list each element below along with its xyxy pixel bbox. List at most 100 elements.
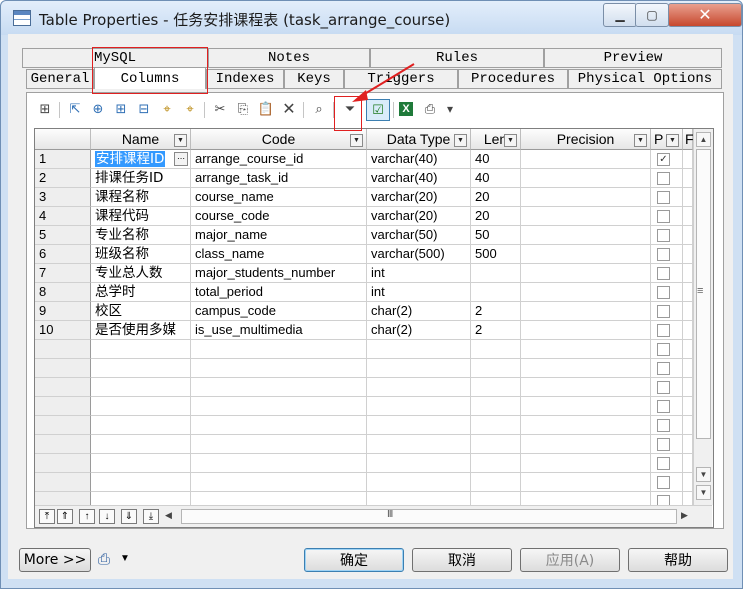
print-icon[interactable]: ⎙	[421, 100, 439, 118]
cancel-button[interactable]: 取消	[412, 548, 512, 572]
chevron-down-icon[interactable]: ▼	[634, 134, 647, 147]
primary-key-checkbox[interactable]	[657, 476, 670, 489]
cell-len[interactable]	[471, 397, 521, 416]
cell-code[interactable]	[191, 416, 367, 435]
cell-type[interactable]: varchar(40)	[367, 150, 471, 169]
cell-type[interactable]	[367, 454, 471, 473]
title-bar[interactable]: Table Properties - 任务安排课程表 (task_arrange…	[1, 1, 742, 35]
scroll-down-small-icon[interactable]: ▼	[696, 467, 711, 482]
print-dropdown-icon[interactable]: ▾	[441, 100, 459, 118]
primary-key-checkbox[interactable]	[657, 172, 670, 185]
cell-type[interactable]: int	[367, 264, 471, 283]
primary-key-checkbox[interactable]	[657, 400, 670, 413]
cell-code[interactable]: is_use_multimedia	[191, 321, 367, 340]
cell-f[interactable]	[683, 416, 693, 435]
cell-len[interactable]	[471, 359, 521, 378]
scroll-bottom-icon[interactable]: ▼	[696, 485, 711, 500]
chevron-down-icon[interactable]: ▼	[120, 553, 130, 564]
tab-notes[interactable]: Notes	[208, 48, 370, 68]
cell-p[interactable]	[651, 245, 683, 264]
cell-name[interactable]: 专业名称	[91, 226, 191, 245]
cell-len[interactable]	[471, 340, 521, 359]
add-rows-icon[interactable]: ⊞	[112, 100, 130, 118]
table-row[interactable]: 7 专业总人数 major_students_number int	[35, 264, 693, 283]
cell-len[interactable]: 50	[471, 226, 521, 245]
table-row[interactable]: 3 课程名称 course_name varchar(20) 20	[35, 188, 693, 207]
cell-len[interactable]: 40	[471, 150, 521, 169]
cell-len[interactable]	[471, 378, 521, 397]
header-data-type[interactable]: Data Type ▼	[367, 129, 471, 150]
cell-f[interactable]	[683, 454, 693, 473]
cell-type[interactable]	[367, 435, 471, 454]
primary-key-checkbox[interactable]: ✓	[657, 153, 670, 166]
cell-len[interactable]: 500	[471, 245, 521, 264]
cell-precision[interactable]	[521, 321, 651, 340]
cell-code[interactable]: total_period	[191, 283, 367, 302]
chevron-down-icon[interactable]: ▼	[350, 134, 363, 147]
scroll-left-icon[interactable]: ◀	[165, 510, 172, 521]
primary-key-checkbox[interactable]	[657, 343, 670, 356]
cell-precision[interactable]	[521, 226, 651, 245]
chevron-down-icon[interactable]: ▼	[454, 134, 467, 147]
cell-name[interactable]	[91, 473, 191, 492]
cell-len[interactable]	[471, 454, 521, 473]
copy-icon[interactable]: ⎘	[234, 100, 252, 118]
cell-p[interactable]	[651, 302, 683, 321]
cell-code[interactable]	[191, 378, 367, 397]
print-icon[interactable]: ⎙	[98, 551, 110, 568]
cell-f[interactable]	[683, 264, 693, 283]
header-name[interactable]: Name ▼	[91, 129, 191, 150]
table-row[interactable]	[35, 397, 693, 416]
cell-code[interactable]	[191, 340, 367, 359]
chevron-down-icon[interactable]: ▼	[666, 134, 679, 147]
cell-f[interactable]	[683, 150, 693, 169]
cell-precision[interactable]	[521, 302, 651, 321]
cut-icon[interactable]: ✂	[211, 100, 229, 118]
cell-type[interactable]	[367, 378, 471, 397]
header-precision[interactable]: Precision ▼	[521, 129, 651, 150]
cell-code[interactable]	[191, 397, 367, 416]
cell-name[interactable]	[91, 454, 191, 473]
table-row[interactable]	[35, 359, 693, 378]
cell-len[interactable]: 2	[471, 321, 521, 340]
properties-icon[interactable]: ⊞	[36, 100, 54, 118]
cell-name[interactable]	[91, 397, 191, 416]
paste-rows-icon[interactable]: ⊟	[135, 100, 153, 118]
cell-name[interactable]: 专业总人数	[91, 264, 191, 283]
primary-key-checkbox[interactable]	[657, 267, 670, 280]
primary-key-checkbox[interactable]	[657, 210, 670, 223]
cell-f[interactable]	[683, 435, 693, 454]
cell-len[interactable]: 2	[471, 302, 521, 321]
cell-type[interactable]: varchar(40)	[367, 169, 471, 188]
chevron-down-icon[interactable]: ▼	[174, 134, 187, 147]
cell-len[interactable]	[471, 435, 521, 454]
move-page-down-icon[interactable]: ⇓	[121, 509, 137, 524]
header-primary[interactable]: P ▼	[651, 129, 683, 150]
tab-keys[interactable]: Keys	[284, 69, 344, 89]
insert-row-icon[interactable]: ⇱	[66, 100, 84, 118]
cell-precision[interactable]	[521, 188, 651, 207]
maximize-button[interactable]: ▢	[635, 3, 669, 27]
cell-type[interactable]: varchar(20)	[367, 188, 471, 207]
cell-f[interactable]	[683, 359, 693, 378]
apply-button[interactable]: 应用(A)	[520, 548, 620, 572]
cell-code[interactable]: course_code	[191, 207, 367, 226]
cell-precision[interactable]	[521, 150, 651, 169]
table-row[interactable]	[35, 378, 693, 397]
cell-code[interactable]: arrange_task_id	[191, 169, 367, 188]
primary-key-checkbox[interactable]	[657, 419, 670, 432]
cell-p[interactable]	[651, 169, 683, 188]
header-code[interactable]: Code ▼	[191, 129, 367, 150]
cell-code[interactable]: major_students_number	[191, 264, 367, 283]
horizontal-scroll-thumb[interactable]	[181, 509, 677, 524]
primary-key-checkbox[interactable]	[657, 191, 670, 204]
cell-f[interactable]	[683, 321, 693, 340]
cell-name[interactable]: 课程名称	[91, 188, 191, 207]
cell-len[interactable]	[471, 473, 521, 492]
cell-p[interactable]	[651, 416, 683, 435]
cell-p[interactable]: ✓	[651, 150, 683, 169]
cell-code[interactable]: class_name	[191, 245, 367, 264]
cell-p[interactable]	[651, 435, 683, 454]
find-icon[interactable]: ⌖	[158, 100, 176, 118]
primary-key-checkbox[interactable]	[657, 286, 670, 299]
